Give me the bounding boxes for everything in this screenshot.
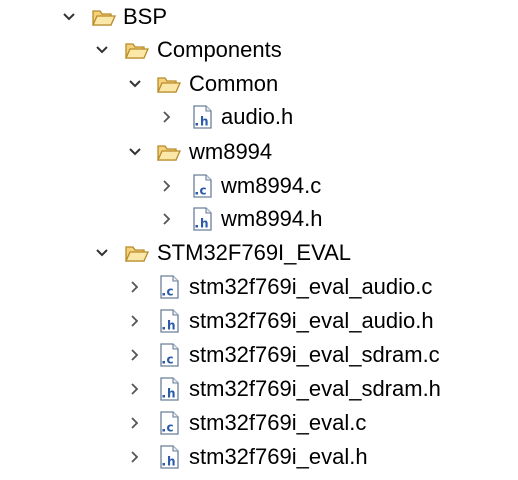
tree-item-label: stm32f769i_eval_sdram.c [189,342,440,367]
tree-item-label: BSP [123,4,168,29]
c-file-icon: c [193,174,212,198]
tree-item-label: stm32f769i_eval_audio.c [189,274,433,299]
svg-text:h: h [167,387,176,401]
chevron-down-icon[interactable] [127,76,143,92]
tree-item-label: stm32f769i_eval_sdram.h [189,376,441,401]
chevron-right-icon[interactable] [127,381,143,397]
c-file-icon: c [160,411,179,435]
chevron-right-icon[interactable] [159,109,175,125]
tree-item-audio-h[interactable]: h audio.h [0,100,518,134]
chevron-right-icon[interactable] [127,279,143,295]
tree-item-label: audio.h [221,104,294,129]
chevron-down-icon[interactable] [94,245,110,261]
svg-text:h: h [167,455,176,469]
tree-item-eval-audio-h[interactable]: h stm32f769i_eval_audio.h [0,304,518,338]
svg-text:c: c [200,184,207,198]
h-file-icon: h [193,105,212,129]
chevron-right-icon[interactable] [127,313,143,329]
tree-item-wm8994-c[interactable]: c wm8994.c [0,169,518,203]
tree-item-stm32f769i-eval[interactable]: STM32F769I_EVAL [0,236,518,270]
folder-open-icon [156,145,182,161]
folder-open-icon [156,77,182,93]
tree-item-label: Common [189,71,279,96]
folder-open-icon [91,10,117,26]
h-file-icon: h [193,207,212,231]
svg-text:h: h [200,217,209,231]
tree-item-label: wm8994.c [221,173,322,198]
tree-item-label: Components [157,37,282,62]
folder-open-icon [124,43,150,59]
h-file-icon: h [160,309,179,333]
tree-item-label: wm8994.h [221,206,323,231]
chevron-down-icon[interactable] [94,42,110,58]
c-file-icon: c [160,275,179,299]
c-file-icon: c [160,343,179,367]
tree-item-label: STM32F769I_EVAL [157,240,352,265]
tree-item-components[interactable]: Components [0,33,518,67]
svg-text:c: c [167,353,174,367]
tree-item-wm8994[interactable]: wm8994 [0,135,518,169]
chevron-right-icon[interactable] [127,449,143,465]
svg-text:h: h [167,319,176,333]
folder-open-icon [124,246,150,262]
chevron-right-icon[interactable] [159,211,175,227]
h-file-icon: h [160,445,179,469]
tree-item-eval-c[interactable]: c stm32f769i_eval.c [0,406,518,440]
svg-text:c: c [167,285,174,299]
tree-item-common[interactable]: Common [0,67,518,101]
tree-item-eval-sdram-c[interactable]: c stm32f769i_eval_sdram.c [0,338,518,372]
tree-item-eval-sdram-h[interactable]: h stm32f769i_eval_sdram.h [0,372,518,406]
svg-text:h: h [200,115,209,129]
chevron-down-icon[interactable] [61,9,77,25]
tree-item-label: wm8994 [189,139,273,164]
tree-item-eval-h[interactable]: h stm32f769i_eval.h [0,440,518,474]
tree-item-label: stm32f769i_eval.h [189,444,368,469]
chevron-right-icon[interactable] [127,415,143,431]
tree-item-label: stm32f769i_eval_audio.h [189,308,434,333]
project-explorer-tree: BSP Components Common h audio.h wm8994 c… [0,0,518,480]
h-file-icon: h [160,377,179,401]
tree-item-eval-audio-c[interactable]: c stm32f769i_eval_audio.c [0,270,518,304]
tree-item-label: stm32f769i_eval.c [189,410,367,435]
chevron-right-icon[interactable] [159,178,175,194]
tree-item-bsp[interactable]: BSP [0,0,518,34]
svg-text:c: c [167,421,174,435]
chevron-right-icon[interactable] [127,347,143,363]
tree-item-wm8994-h[interactable]: h wm8994.h [0,202,518,236]
chevron-down-icon[interactable] [127,144,143,160]
